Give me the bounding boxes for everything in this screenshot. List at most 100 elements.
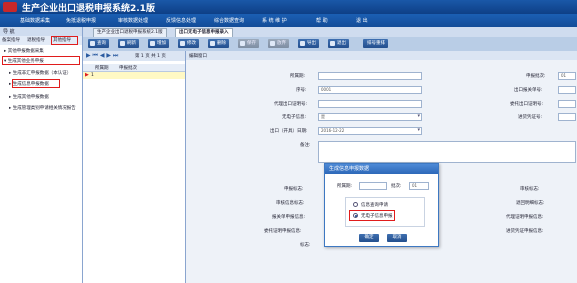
exit-icon bbox=[330, 41, 335, 46]
refresh-icon bbox=[120, 41, 125, 46]
row-number: 1 bbox=[91, 73, 94, 78]
export-icon bbox=[300, 41, 305, 46]
app-title: 生产企业出口退税申报系统2.1版 bbox=[22, 4, 155, 14]
tab-refund-guide[interactable]: 退税指导 bbox=[27, 37, 45, 43]
row-marker-icon: ▶ bbox=[85, 72, 89, 78]
refresh-label: 刷新 bbox=[127, 41, 136, 46]
menu-query[interactable]: 综合数据查询 bbox=[214, 17, 244, 24]
entrust-cert-field[interactable] bbox=[558, 100, 576, 108]
seq-field[interactable]: 0001 bbox=[318, 86, 422, 94]
tree-item-gen-mgmt[interactable]: ▸ 生成管理类别申请相关情况报告 bbox=[9, 105, 76, 111]
grid-header: 所属期 申报批次 bbox=[83, 64, 185, 72]
menu-help[interactable]: 帮 助 bbox=[316, 17, 328, 24]
option-info-query-label: 信息查询申请 bbox=[361, 203, 388, 208]
renumber-button[interactable]: 排号重排 bbox=[363, 39, 388, 48]
menu-exit[interactable]: 退 出 bbox=[356, 17, 368, 24]
nav-header-title: 导 航 bbox=[3, 29, 15, 35]
grid-pager: ▶ ⏮ ◀ ▶ ⏭ 第 1 页 共 1 页 bbox=[83, 51, 185, 61]
exit-button[interactable]: 退出 bbox=[328, 39, 349, 48]
customs-declare-info-label: 报关单申报信息: bbox=[272, 215, 306, 220]
edit-label: 修改 bbox=[187, 41, 196, 46]
exit-label: 退出 bbox=[337, 41, 346, 46]
nav-header: 导 航 bbox=[0, 27, 82, 36]
save-button[interactable]: 保存 bbox=[238, 39, 259, 48]
tab-record-guide[interactable]: 备案指导 bbox=[2, 37, 20, 43]
refresh-button[interactable]: 刷新 bbox=[118, 39, 139, 48]
menu-basic-data[interactable]: 基础数据采集 bbox=[20, 17, 50, 24]
add-label: 增加 bbox=[157, 41, 166, 46]
purchase-voucher-label: 进货凭证号: bbox=[518, 115, 543, 120]
remark-field[interactable] bbox=[318, 141, 576, 163]
pager-arrows-icon[interactable]: ▶ ⏮ ◀ ▶ ⏭ bbox=[86, 52, 118, 60]
delete-label: 删除 bbox=[217, 41, 226, 46]
tree-item-label: 生成管理类别申请相关情况报告 bbox=[12, 106, 76, 111]
edit-icon bbox=[180, 41, 185, 46]
agent-cert-field[interactable] bbox=[318, 100, 422, 108]
menu-audit-data[interactable]: 审核数据处理 bbox=[118, 17, 148, 24]
add-button[interactable]: 增加 bbox=[148, 39, 169, 48]
dialog-batch-label: 批次: bbox=[391, 184, 402, 189]
dialog-batch-field[interactable]: 01 bbox=[409, 182, 429, 190]
tree-item-other-collect[interactable]: ▸ 其他申报数据采集 bbox=[4, 48, 44, 54]
dialog-period-label: 所属期: bbox=[337, 184, 353, 189]
dialog-title: 生成信息申报数据 bbox=[325, 164, 438, 174]
flag-label: 标志: bbox=[300, 243, 311, 248]
no-einfo-select[interactable]: 是 bbox=[318, 113, 422, 121]
edit-panel-title: 编辑窗口 bbox=[189, 54, 207, 59]
tree-item-gen-other-data[interactable]: ▸ 生成其他申报数据 bbox=[9, 94, 49, 100]
cancel-button[interactable]: 取消 bbox=[387, 234, 407, 242]
generate-info-dialog: 生成信息申报数据 所属期: 批次: 01 信息查询申请 无电子信息申报 确定 取… bbox=[324, 163, 439, 247]
menu-system[interactable]: 系 统 维 护 bbox=[262, 17, 287, 24]
audit-flag-label: 审核标志: bbox=[520, 187, 540, 192]
pager-text: 第 1 页 共 1 页 bbox=[135, 54, 166, 59]
delete-button[interactable]: 删除 bbox=[208, 39, 229, 48]
batch-label: 申报批次: bbox=[526, 74, 546, 79]
customs-no-field[interactable] bbox=[558, 86, 576, 94]
highlight-box-tab bbox=[51, 36, 78, 45]
nav-tabs: 备案指导 退税指导 其他指导 bbox=[0, 36, 82, 45]
grid-col-batch[interactable]: 申报批次 bbox=[119, 65, 137, 71]
export-label: 导出 bbox=[307, 41, 316, 46]
dialog-period-field[interactable] bbox=[359, 182, 387, 190]
discard-icon bbox=[270, 41, 275, 46]
title-bar: 生产企业出口退税申报系统2.1版 bbox=[0, 0, 577, 14]
grid-col-period[interactable]: 所属期 bbox=[95, 65, 109, 71]
customs-no-label: 出口报关单号: bbox=[514, 88, 543, 93]
save-icon bbox=[240, 41, 245, 46]
period-label: 所属期: bbox=[290, 74, 306, 79]
menu-bar: 基础数据采集 免抵退税申报 审核数据处理 反馈信息处理 综合数据查询 系 统 维… bbox=[0, 14, 577, 27]
toolbar: 查询 刷新 增加 修改 删除 保存 放弃 导出 退出 排号重排 bbox=[83, 37, 577, 51]
menu-feedback[interactable]: 反馈信息处理 bbox=[166, 17, 196, 24]
period-field[interactable] bbox=[318, 72, 422, 80]
edit-button[interactable]: 修改 bbox=[178, 39, 199, 48]
seq-label: 序号: bbox=[296, 88, 307, 93]
nav-panel: 导 航 备案指导 退税指导 其他指导 ▸ 其他申报数据采集 ▾ 生成其他业务申报… bbox=[0, 27, 83, 283]
delete-icon bbox=[210, 41, 215, 46]
highlight-box-option bbox=[349, 210, 395, 221]
ok-button[interactable]: 确定 bbox=[359, 234, 379, 242]
discard-button[interactable]: 放弃 bbox=[268, 39, 289, 48]
grid-panel: ▶ ⏮ ◀ ▶ ⏭ 第 1 页 共 1 页 所属期 申报批次 ▶ 1 bbox=[83, 51, 186, 283]
query-label: 查询 bbox=[97, 41, 106, 46]
menu-refund-declare[interactable]: 免抵退税申报 bbox=[66, 17, 96, 24]
query-button[interactable]: 查询 bbox=[88, 39, 109, 48]
tree-item-gen-nonremit[interactable]: ▸ 生成非汇申报数据（本认证） bbox=[9, 70, 71, 76]
export-date-label: 出口（开具）日期: bbox=[270, 129, 308, 134]
tree-item-label: 其他申报数据采集 bbox=[7, 49, 44, 54]
agent-declare-info-label: 代理证明申报信息: bbox=[506, 215, 544, 220]
app-logo-icon bbox=[3, 2, 17, 12]
purchase-voucher-field[interactable] bbox=[558, 113, 576, 121]
agent-cert-label: 代理出口证明号: bbox=[274, 102, 308, 107]
batch-field[interactable]: 01 bbox=[558, 72, 576, 80]
option-info-query-radio[interactable] bbox=[353, 202, 358, 207]
save-label: 保存 bbox=[247, 41, 256, 46]
remark-label: 备注: bbox=[300, 143, 311, 148]
discard-label: 放弃 bbox=[277, 41, 286, 46]
table-row[interactable]: ▶ 1 bbox=[83, 72, 185, 79]
declare-flag-label: 申报标志: bbox=[284, 187, 304, 192]
tree-item-label: 生成其他申报数据 bbox=[12, 95, 49, 100]
export-date-field[interactable]: 2016-12-22 bbox=[318, 127, 422, 135]
edit-panel-header: 编辑窗口 bbox=[186, 51, 577, 60]
audit-info-flag-label: 审核信息标志: bbox=[276, 201, 305, 206]
export-button[interactable]: 导出 bbox=[298, 39, 319, 48]
